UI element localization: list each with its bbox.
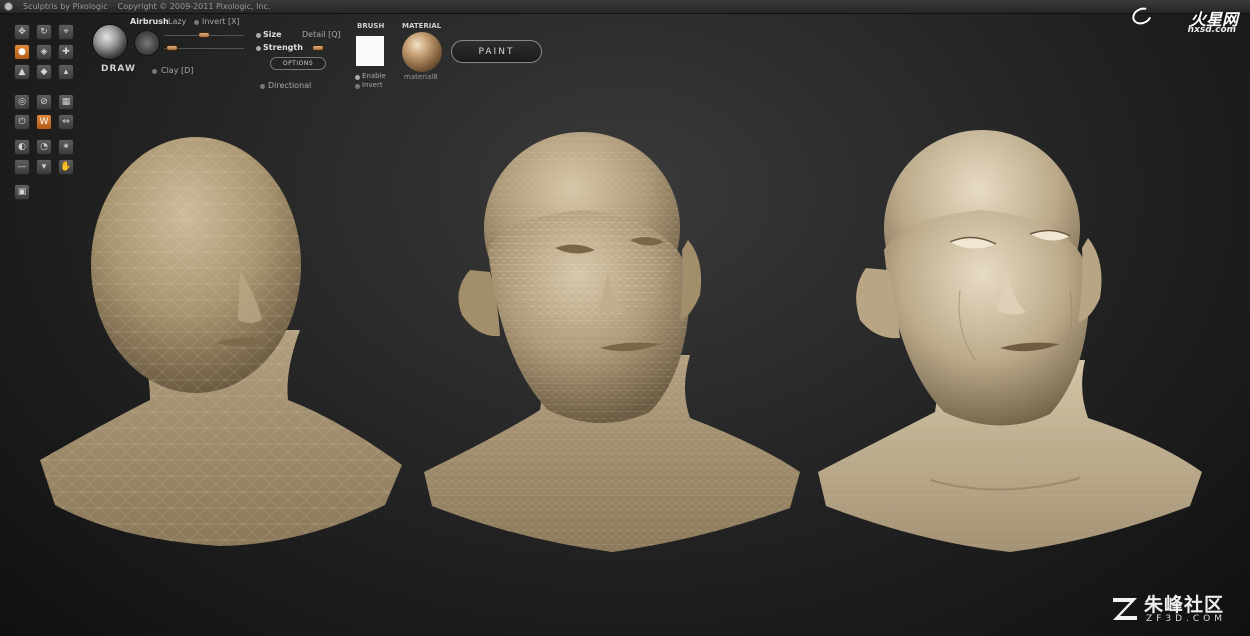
invert-radio[interactable] [194, 20, 199, 25]
rotate-icon[interactable]: ✥ [14, 24, 30, 40]
draw-tool-icon[interactable]: ● [14, 44, 30, 60]
sculpt-viewport[interactable] [0, 100, 1250, 636]
clay-radio[interactable] [152, 69, 157, 74]
hxsd-swirl-icon [1129, 4, 1155, 28]
watermark-bottom-brand: 朱峰社区 [1144, 594, 1225, 616]
lazy-slider-knob[interactable] [198, 32, 210, 38]
brush-name-label: DRAW [101, 64, 136, 74]
size-label[interactable]: Size [263, 30, 282, 39]
brush-enable-label[interactable]: Enable [362, 72, 386, 80]
watermark-bottom-site: ZF3D.COM [1146, 614, 1226, 624]
watermark-top-site: hxsd.com [1187, 25, 1236, 35]
watermark-hxsd: 火星网 hxsd.com [1128, 4, 1238, 36]
viewport-canvas [40, 130, 1202, 552]
inflate-icon[interactable]: ◆ [36, 64, 52, 80]
copyright-text: Copyright © 2009-2011 Pixologic, Inc. [117, 2, 271, 11]
brush-enable-radio[interactable] [355, 75, 360, 80]
lazy-label[interactable]: Lazy [168, 17, 186, 26]
sculpt-stage-2-head [424, 132, 800, 552]
clay-label[interactable]: Clay [D] [161, 66, 193, 75]
airbrush-slider-knob[interactable] [166, 45, 178, 51]
airbrush-label[interactable]: Airbrush [130, 17, 169, 26]
crease-icon[interactable]: ◈ [36, 44, 52, 60]
strength-label[interactable]: Strength [263, 43, 303, 52]
refresh-icon[interactable]: ↻ [36, 24, 52, 40]
watermark-zf3d: 朱峰社区 ZF3D.COM [1108, 590, 1238, 628]
material-preview-sphere[interactable] [402, 32, 442, 72]
zf3d-logo-icon [1113, 598, 1137, 620]
sculptris-logo-icon [4, 2, 13, 11]
paint-button[interactable]: PAINT [451, 40, 542, 63]
airbrush-toggle-icon[interactable] [134, 30, 160, 56]
material-section-label: MATERIAL [402, 22, 442, 30]
pin-icon[interactable]: ⌖ [58, 24, 74, 40]
brush-invert-radio[interactable] [355, 84, 360, 89]
material-name-label: material8 [404, 73, 438, 81]
brush-texture-swatch[interactable] [354, 34, 386, 68]
window-title: Sculptris by Pixologic [23, 2, 108, 11]
invert-label[interactable]: Invert [X] [202, 17, 240, 26]
strength-slider-knob[interactable] [312, 45, 324, 51]
directional-label[interactable]: Directional [268, 81, 311, 90]
detail-label[interactable]: Detail [Q] [302, 30, 341, 39]
brush-section-label: BRUSH [357, 22, 385, 30]
grab-icon[interactable]: ✚ [58, 44, 74, 60]
directional-radio[interactable] [260, 84, 265, 89]
size-radio[interactable] [256, 33, 261, 38]
title-bar: Sculptris by Pixologic Copyright © 2009-… [0, 0, 1250, 14]
draw-brush-icon[interactable] [92, 24, 128, 60]
flatten-icon[interactable]: ▲ [14, 64, 30, 80]
options-button[interactable]: OPTIONS [270, 57, 326, 70]
pinch-icon[interactable]: ▴ [58, 64, 74, 80]
brush-invert-label[interactable]: Invert [362, 81, 383, 89]
strength-radio[interactable] [256, 46, 261, 51]
sculpt-stage-3-head [818, 130, 1202, 552]
sculptris-window: Sculptris by Pixologic Copyright © 2009-… [0, 0, 1250, 636]
sculpt-stage-1-head [40, 137, 402, 546]
